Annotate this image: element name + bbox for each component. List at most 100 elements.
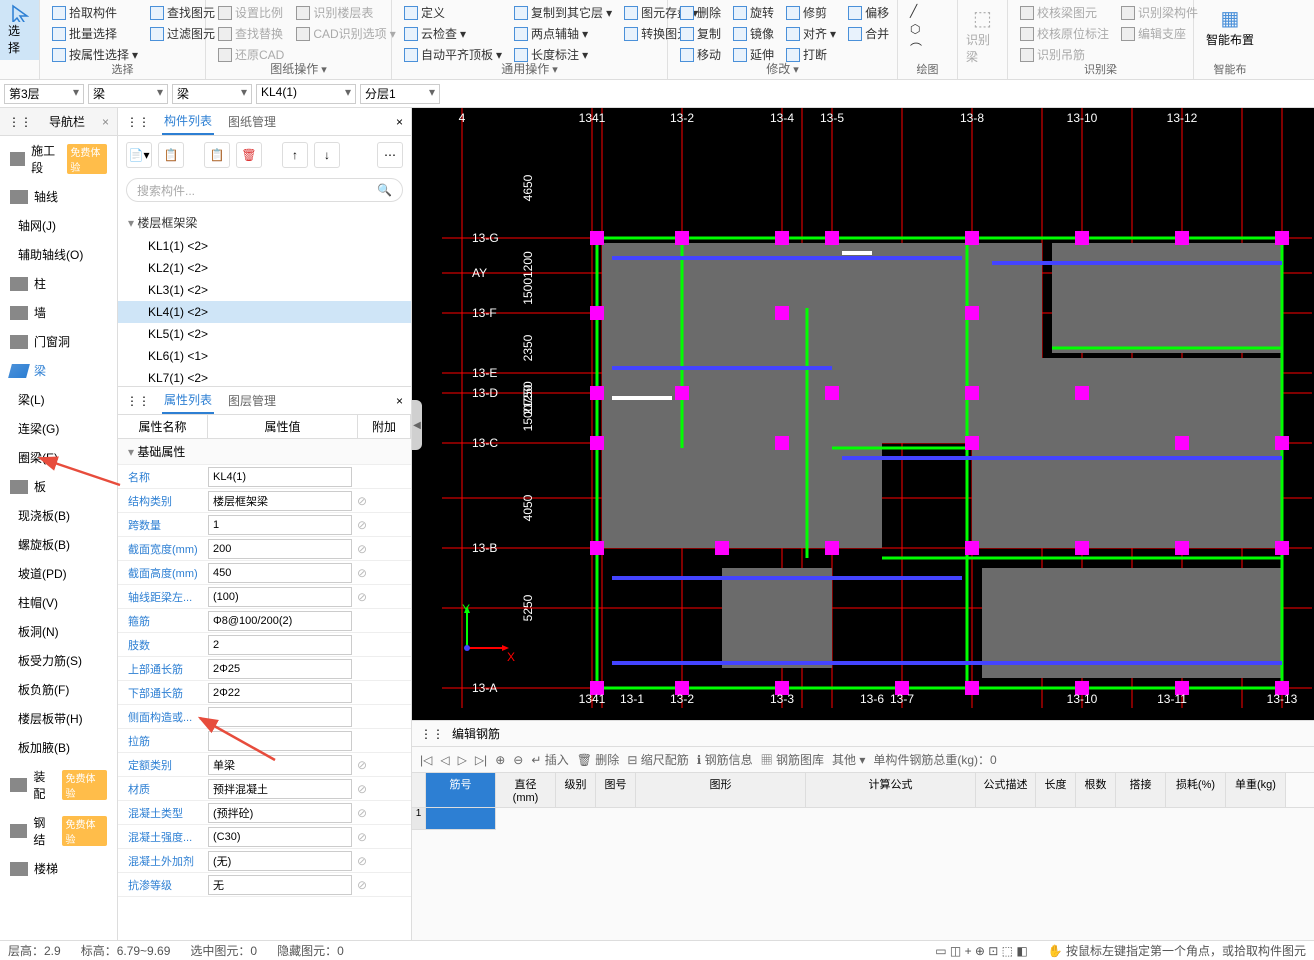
nav-item-9[interactable]: 连梁(G) — [0, 414, 117, 443]
prop-input[interactable] — [208, 467, 352, 487]
tab-component-list[interactable]: 构件列表 — [162, 108, 214, 135]
add-row[interactable]: ⊕ — [495, 753, 505, 767]
prop-input[interactable] — [208, 755, 352, 775]
close-icon[interactable]: × — [102, 115, 109, 129]
prop-input[interactable] — [208, 659, 352, 679]
cell-selected[interactable] — [426, 808, 496, 830]
mirror[interactable]: 镜像 — [729, 23, 778, 44]
copy-to-floor[interactable]: 复制到其它层 ▾ — [510, 2, 616, 23]
merge[interactable]: 合并 — [844, 23, 893, 44]
nav-first[interactable]: |◁ — [420, 753, 432, 767]
close-icon[interactable]: × — [396, 394, 403, 408]
prop-input[interactable] — [208, 635, 352, 655]
tree-item[interactable]: KL2(1) <2> — [118, 257, 411, 279]
tree-item[interactable]: KL1(1) <2> — [118, 235, 411, 257]
tree-section[interactable]: 楼层框架梁 — [118, 210, 411, 235]
tree-item[interactable]: KL4(1) <2> — [118, 301, 411, 323]
search-input[interactable]: 搜索构件... 🔍 — [126, 178, 403, 202]
nav-item-16[interactable]: 板洞(N) — [0, 617, 117, 646]
prop-section-basic[interactable]: 基础属性 — [118, 439, 411, 465]
prop-input[interactable] — [208, 515, 352, 535]
copy[interactable]: 复制 — [676, 23, 725, 44]
sort-down-button[interactable]: ↓ — [314, 142, 340, 168]
nav-item-2[interactable]: 轴网(J) — [0, 211, 117, 240]
subcategory-select[interactable]: 梁 — [172, 84, 252, 104]
close-icon[interactable]: × — [396, 115, 403, 129]
define[interactable]: 定义 — [400, 2, 506, 23]
tab-layers[interactable]: 图层管理 — [226, 388, 278, 413]
info-btn[interactable]: ℹ 钢筋信息 — [697, 751, 753, 768]
tree-item[interactable]: KL5(1) <2> — [118, 323, 411, 345]
prop-input[interactable] — [208, 731, 352, 751]
prop-input[interactable] — [208, 803, 352, 823]
nav-last[interactable]: ▷| — [475, 753, 487, 767]
nav-item-18[interactable]: 板负筋(F) — [0, 675, 117, 704]
tree-item[interactable]: KL7(1) <2> — [118, 367, 411, 386]
select-tool[interactable]: 选择 — [0, 0, 39, 60]
delete-button[interactable]: 🗑 — [236, 142, 262, 168]
prop-input[interactable] — [208, 563, 352, 583]
nav-item-14[interactable]: 坡道(PD) — [0, 559, 117, 588]
nav-item-0[interactable]: 施工段免费体验 — [0, 136, 117, 182]
smart-label[interactable]: 智能布置 — [1206, 31, 1254, 48]
nav-next[interactable]: ▷ — [458, 753, 467, 767]
tree-item[interactable]: KL6(1) <1> — [118, 345, 411, 367]
cad-canvas[interactable]: 4134113-213-413-513-813-1013-1213-GAY13-… — [412, 108, 1314, 720]
cloud-check[interactable]: 云检查 ▾ — [400, 23, 506, 44]
two-point-axis[interactable]: 两点辅轴 ▾ — [510, 23, 616, 44]
nav-item-13[interactable]: 螺旋板(B) — [0, 530, 117, 559]
tab-drawing-mgmt[interactable]: 图纸管理 — [226, 109, 278, 134]
prop-input[interactable] — [208, 851, 352, 871]
nav-item-15[interactable]: 柱帽(V) — [0, 588, 117, 617]
nav-item-21[interactable]: 装配免费体验 — [0, 762, 117, 808]
nav-item-20[interactable]: 板加腋(B) — [0, 733, 117, 762]
nav-item-7[interactable]: 梁 — [0, 356, 117, 385]
nav-item-19[interactable]: 楼层板带(H) — [0, 704, 117, 733]
prop-input[interactable] — [208, 683, 352, 703]
delete-btn[interactable]: 🗑 删除 — [577, 751, 620, 768]
nav-prev[interactable]: ◁ — [440, 753, 449, 767]
trim[interactable]: 修剪 — [782, 2, 840, 23]
prop-input[interactable] — [208, 491, 352, 511]
nav-item-8[interactable]: 梁(L) — [0, 385, 117, 414]
nav-item-11[interactable]: 板 — [0, 472, 117, 501]
copy-button[interactable]: 📋 — [158, 142, 184, 168]
offset[interactable]: 偏移 — [844, 2, 893, 23]
rotate[interactable]: 旋转 — [729, 2, 778, 23]
nav-item-12[interactable]: 现浇板(B) — [0, 501, 117, 530]
arc-tool[interactable]: ⌒ — [906, 38, 949, 59]
layer-select[interactable]: 分层1 — [360, 84, 440, 104]
prop-input[interactable] — [208, 827, 352, 847]
nav-item-10[interactable]: 圈梁(E) — [0, 443, 117, 472]
prop-input[interactable] — [208, 611, 352, 631]
prop-input[interactable] — [208, 779, 352, 799]
nav-item-1[interactable]: 轴线 — [0, 182, 117, 211]
align[interactable]: 对齐 ▾ — [782, 23, 840, 44]
prop-input[interactable] — [208, 875, 352, 895]
insert-btn[interactable]: ↵ 插入 — [531, 751, 568, 768]
lib-btn[interactable]: ▦ 钢筋图库 — [761, 751, 824, 768]
prop-input[interactable] — [208, 587, 352, 607]
floor-select[interactable]: 第3层 — [4, 84, 84, 104]
nav-item-5[interactable]: 墙 — [0, 298, 117, 327]
tree-item[interactable]: KL3(1) <2> — [118, 279, 411, 301]
component-select[interactable]: KL4(1) — [256, 84, 356, 104]
category-select[interactable]: 梁 — [88, 84, 168, 104]
nav-item-17[interactable]: 板受力筋(S) — [0, 646, 117, 675]
new-button[interactable]: 📄▾ — [126, 142, 152, 168]
prop-input[interactable] — [208, 707, 352, 727]
poly-tool[interactable]: ⬡ — [906, 20, 949, 38]
prop-input[interactable] — [208, 539, 352, 559]
remove-row[interactable]: ⊖ — [513, 753, 523, 767]
more-button[interactable]: ⋯ — [377, 142, 403, 168]
nav-item-6[interactable]: 门窗洞 — [0, 327, 117, 356]
scale-btn[interactable]: ⊟ 缩尺配筋 — [627, 751, 688, 768]
expand-handle[interactable]: ◀ — [412, 400, 422, 450]
nav-item-22[interactable]: 钢结免费体验 — [0, 808, 117, 854]
line-tool[interactable]: ╱ — [906, 2, 949, 20]
tab-properties[interactable]: 属性列表 — [162, 387, 214, 414]
other-btn[interactable]: 其他 ▾ — [832, 751, 865, 768]
sort-up-button[interactable]: ↑ — [282, 142, 308, 168]
delete[interactable]: 删除 — [676, 2, 725, 23]
paste-button[interactable]: 📋 — [204, 142, 230, 168]
